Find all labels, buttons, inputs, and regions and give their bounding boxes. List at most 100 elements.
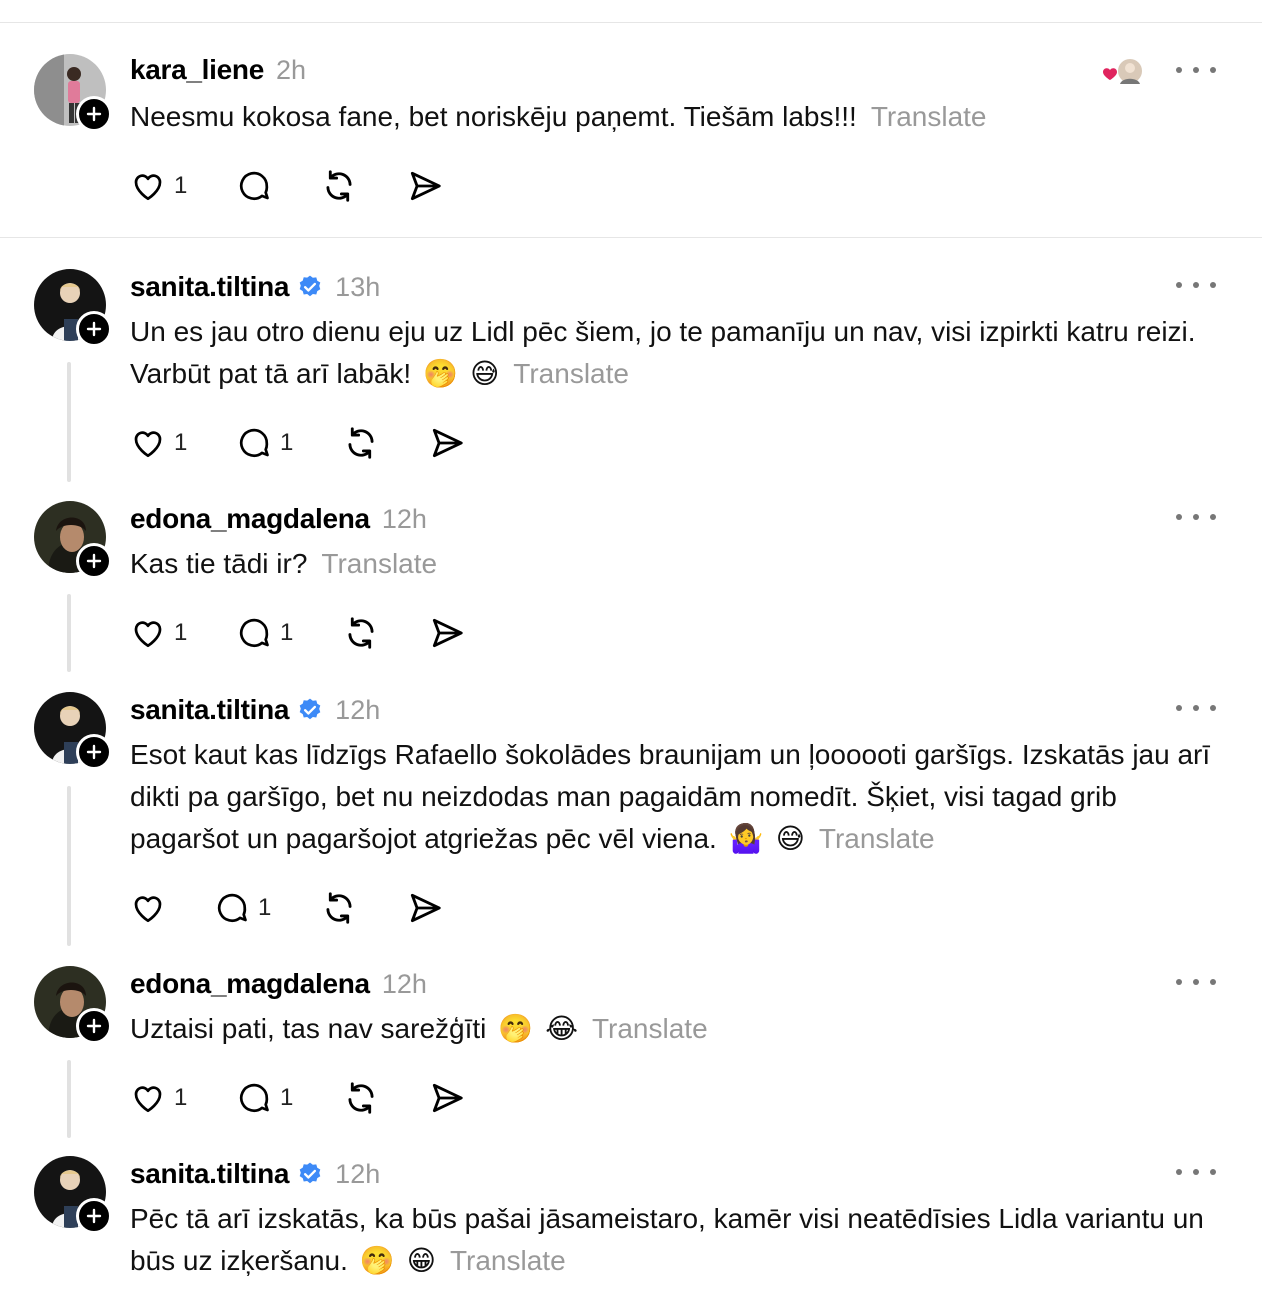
translate-link[interactable]: Translate [871, 101, 987, 132]
translate-link[interactable]: Translate [592, 1013, 708, 1044]
like-count: 1 [174, 1084, 188, 1111]
thread-line [67, 786, 71, 946]
timestamp[interactable]: 12h [382, 969, 427, 1000]
emoji: 😅 [470, 358, 500, 389]
post-body: Uztaisi pati, tas nav sarežģīti [130, 1013, 487, 1044]
follow-plus-icon[interactable] [76, 96, 112, 132]
reply-count: 1 [258, 894, 272, 921]
share-button[interactable] [406, 166, 444, 206]
emoji: 😂 [545, 1013, 578, 1044]
more-options-icon[interactable] [1176, 58, 1216, 82]
verified-badge-icon [297, 1161, 323, 1187]
thread-line [67, 362, 71, 482]
translate-link[interactable]: Translate [513, 358, 629, 389]
repost-icon [348, 427, 374, 459]
like-count: 1 [174, 172, 188, 199]
reactors-icon[interactable] [1098, 56, 1146, 90]
send-icon [432, 618, 463, 648]
more-options-icon[interactable] [1176, 696, 1216, 720]
post-body: Kas tie tādi ir? [130, 548, 308, 579]
reply-count: 1 [280, 619, 294, 646]
follow-plus-icon[interactable] [76, 543, 112, 579]
username[interactable]: kara_liene [130, 54, 264, 86]
emoji: 🤭 [498, 1013, 534, 1044]
like-button[interactable]: 1 [130, 423, 187, 463]
emoji: 😁 [406, 1245, 436, 1276]
username[interactable]: sanita.tiltina [130, 271, 289, 303]
comment-icon [239, 171, 269, 201]
translate-link[interactable]: Translate [819, 823, 935, 854]
username[interactable]: sanita.tiltina [130, 1158, 289, 1190]
timestamp[interactable]: 2h [276, 55, 306, 86]
like-button[interactable]: 1 [130, 1078, 187, 1118]
timestamp[interactable]: 12h [335, 695, 380, 726]
post-text: Uztaisi pati, tas nav sarežģīti 🤭 😂 Transla… [130, 1008, 1230, 1050]
heart-icon [134, 1086, 162, 1113]
reply-button[interactable]: 1 [214, 888, 271, 928]
like-button[interactable]: 1 [130, 613, 187, 653]
repost-button[interactable] [320, 888, 358, 928]
repost-icon [326, 170, 352, 202]
share-button[interactable] [406, 888, 444, 928]
translate-link[interactable]: Translate [450, 1245, 566, 1276]
follow-plus-icon[interactable] [76, 311, 112, 347]
repost-button[interactable] [342, 423, 380, 463]
follow-plus-icon[interactable] [76, 734, 112, 770]
like-count: 1 [174, 429, 188, 456]
post-body: Un es jau otro dienu eju uz Lidl pēc šie… [130, 316, 1196, 389]
post-divider [0, 237, 1262, 238]
top-divider [0, 22, 1262, 23]
verified-badge-icon [297, 274, 323, 300]
translate-link[interactable]: Translate [321, 548, 437, 579]
post-body: Neesmu kokosa fane, bet noriskēju paņemt… [130, 101, 857, 132]
more-options-icon[interactable] [1176, 970, 1216, 994]
verified-badge-icon [297, 697, 323, 723]
comment-icon [239, 1083, 269, 1113]
repost-button[interactable] [320, 166, 358, 206]
timestamp[interactable]: 12h [382, 504, 427, 535]
post-text: Kas tie tādi ir? Translate [130, 543, 1230, 585]
repost-icon [326, 892, 352, 924]
post-body: Esot kaut kas līdzīgs Rafaello šokolādes… [130, 739, 1211, 854]
username[interactable]: edona_magdalena [130, 968, 370, 1000]
send-icon [410, 893, 441, 923]
like-button[interactable]: 1 [130, 166, 187, 206]
username[interactable]: edona_magdalena [130, 503, 370, 535]
post-text: Pēc tā arī izskatās, ka būs pašai jāsame… [130, 1198, 1230, 1282]
share-button[interactable] [428, 1078, 466, 1118]
post-text: Neesmu kokosa fane, bet noriskēju paņemt… [130, 96, 1230, 138]
comment-icon [239, 618, 269, 648]
follow-plus-icon[interactable] [76, 1008, 112, 1044]
emoji: 😅 [775, 823, 805, 854]
emoji: 🤭 [423, 358, 459, 389]
thread-line [67, 594, 71, 672]
follow-plus-icon[interactable] [76, 1198, 112, 1234]
repost-button[interactable] [342, 613, 380, 653]
like-count: 1 [174, 619, 188, 646]
reply-button[interactable]: 1 [236, 613, 293, 653]
more-options-icon[interactable] [1176, 505, 1216, 529]
send-icon [410, 171, 441, 201]
emoji: 🤷‍♀️ [728, 823, 764, 854]
send-icon [432, 428, 463, 458]
share-button[interactable] [428, 613, 466, 653]
reply-button[interactable]: 1 [236, 423, 293, 463]
timestamp[interactable]: 12h [335, 1159, 380, 1190]
username[interactable]: sanita.tiltina [130, 694, 289, 726]
heart-icon [134, 174, 162, 201]
post-text: Esot kaut kas līdzīgs Rafaello šokolādes… [130, 734, 1230, 860]
reply-button[interactable] [236, 166, 272, 206]
post-body: Pēc tā arī izskatās, ka būs pašai jāsame… [130, 1203, 1204, 1276]
reply-button[interactable]: 1 [236, 1078, 293, 1118]
heart-icon [134, 431, 162, 458]
repost-icon [348, 617, 374, 649]
more-options-icon[interactable] [1176, 273, 1216, 297]
like-button[interactable] [130, 888, 166, 928]
heart-icon [134, 896, 162, 923]
repost-button[interactable] [342, 1078, 380, 1118]
timestamp[interactable]: 13h [335, 272, 380, 303]
share-button[interactable] [428, 423, 466, 463]
heart-icon [134, 621, 162, 648]
reply-count: 1 [280, 1084, 294, 1111]
more-options-icon[interactable] [1176, 1160, 1216, 1184]
